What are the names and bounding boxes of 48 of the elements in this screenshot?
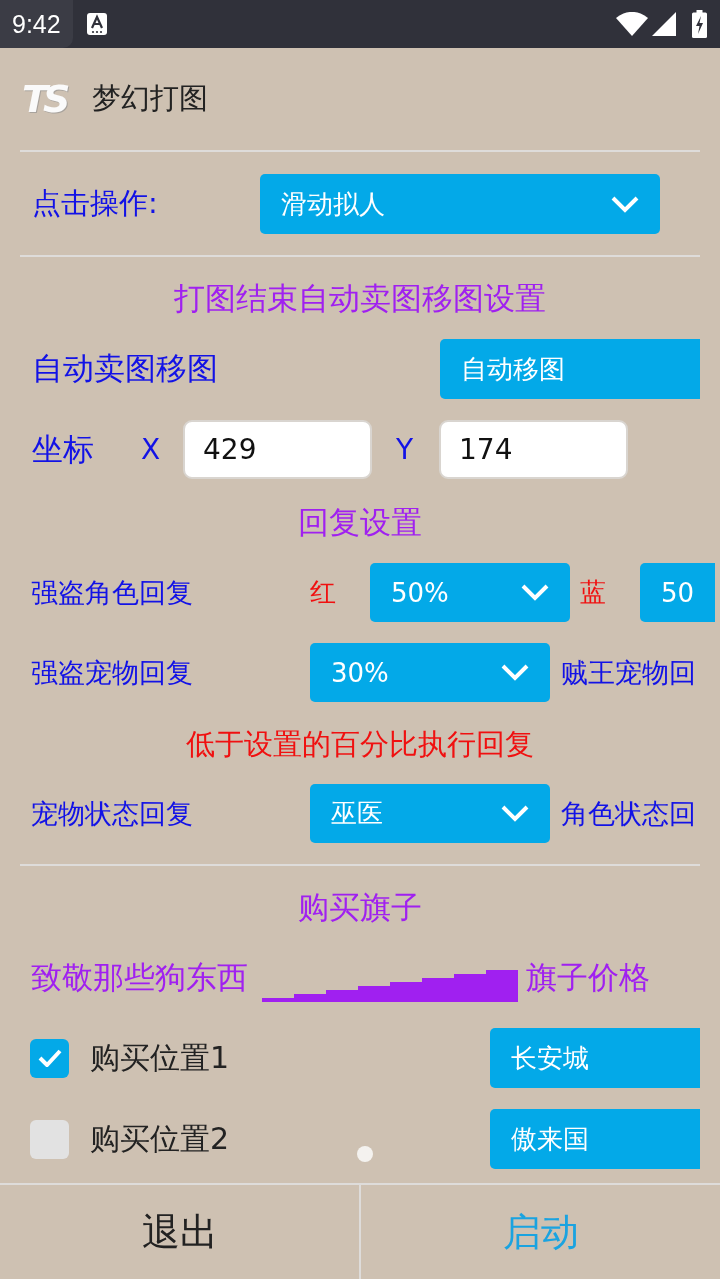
checkbox-label: 购买位置2 xyxy=(90,1119,230,1158)
field-label: 强盗宠物回复 xyxy=(30,655,194,690)
field-label: 强盗角色回复 xyxy=(30,575,194,610)
footer-button[interactable]: 启动 xyxy=(359,1185,720,1279)
dot-icon xyxy=(357,1146,373,1162)
field-label: 致敬那些狗东西 xyxy=(30,958,249,997)
axis-label: X xyxy=(141,433,162,466)
battery-charging-icon xyxy=(692,10,707,38)
status-time: 9:42 xyxy=(0,0,73,48)
field-label: 旗子价格 xyxy=(525,958,650,997)
app-title: 梦幻打图 xyxy=(92,80,209,117)
signal-icon xyxy=(652,12,676,36)
dropdown[interactable]: 长安城 xyxy=(490,1028,700,1088)
dropdown[interactable]: 50 xyxy=(640,563,716,622)
checkbox[interactable] xyxy=(30,1038,69,1078)
field-label: 宠物状态回复 xyxy=(30,796,194,831)
logo: TS xyxy=(22,77,66,121)
notification-icon xyxy=(86,13,107,35)
footer-button[interactable]: 退出 xyxy=(0,1185,359,1279)
field-label: 坐标 xyxy=(31,429,95,469)
chevron-down-icon xyxy=(501,805,529,822)
field-label: 角色状态回 xyxy=(561,796,696,831)
dropdown[interactable]: 30% xyxy=(310,643,550,702)
chevron-down-icon xyxy=(611,195,639,213)
chevron-down-icon xyxy=(501,664,529,681)
color-label: 红 xyxy=(310,576,337,609)
coordinate-input[interactable]: 174 xyxy=(439,420,628,479)
checkbox-label: 购买位置1 xyxy=(90,1038,230,1077)
section-title: 打图结束自动卖图移图设置 xyxy=(173,279,547,318)
dropdown[interactable]: 滑动拟人 xyxy=(260,174,660,234)
dropdown[interactable]: 傲来国 xyxy=(490,1109,700,1169)
wifi-icon xyxy=(616,12,648,36)
section-title: 购买旗子 xyxy=(297,888,423,927)
chevron-down-icon xyxy=(521,584,549,601)
axis-label: Y xyxy=(396,433,415,466)
color-label: 蓝 xyxy=(580,576,607,609)
hint-text: 低于设置的百分比执行回复 xyxy=(185,726,535,763)
dropdown[interactable]: 50% xyxy=(370,563,570,622)
field-label: 点击操作: xyxy=(31,185,159,222)
coordinate-input[interactable]: 429 xyxy=(183,420,372,479)
dropdown[interactable]: 自动移图 xyxy=(440,339,700,399)
checkbox[interactable] xyxy=(30,1119,69,1159)
checkmark-icon xyxy=(37,1049,62,1067)
field-label: 自动卖图移图 xyxy=(31,349,219,388)
dropdown[interactable]: 巫医 xyxy=(310,784,550,843)
section-title: 回复设置 xyxy=(297,503,423,542)
field-label: 贼王宠物回 xyxy=(561,655,696,690)
step-bars-icon xyxy=(262,968,518,1002)
